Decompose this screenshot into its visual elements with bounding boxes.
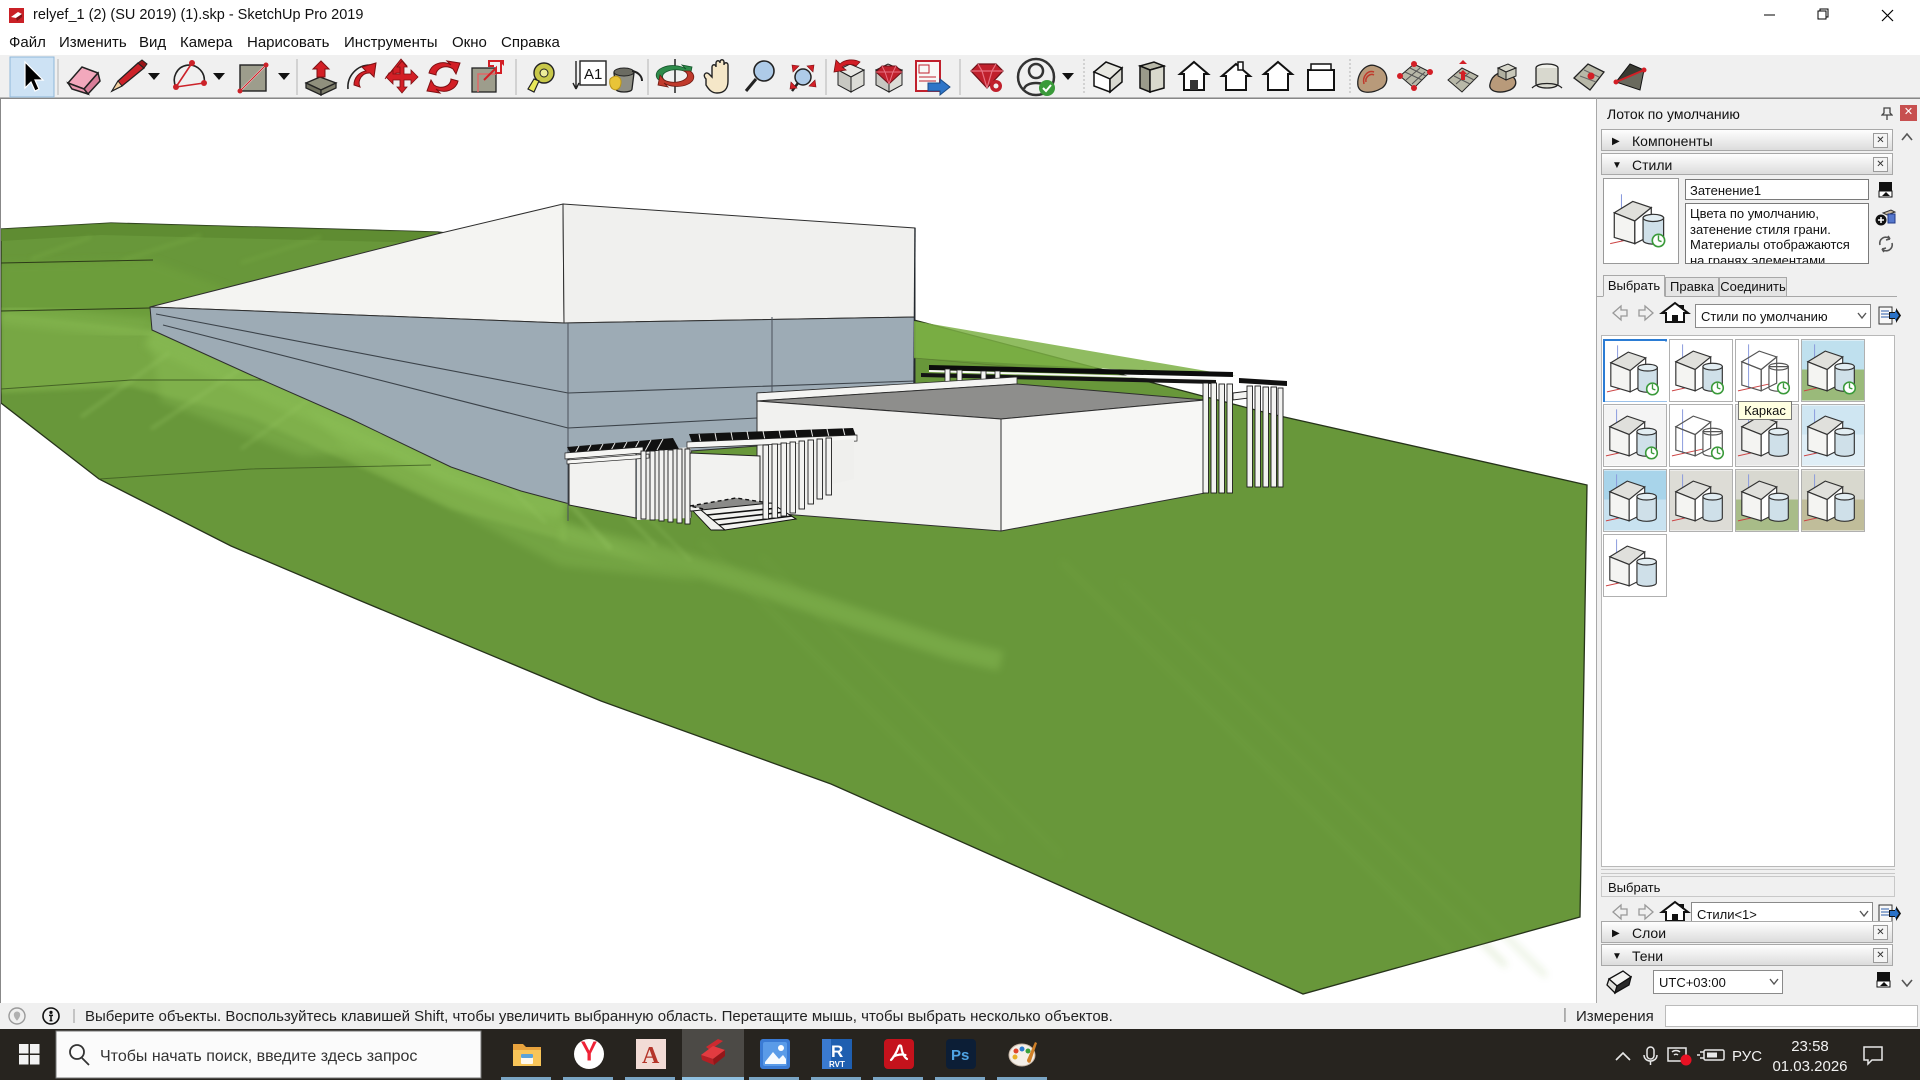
svg-text:РУС: РУС	[1732, 1048, 1762, 1065]
svg-text:01.03.2026: 01.03.2026	[1772, 1058, 1847, 1075]
svg-text:A1: A1	[584, 66, 602, 83]
svg-text:Ps: Ps	[951, 1047, 969, 1064]
svg-text:A: A	[642, 1043, 660, 1069]
svg-text:R: R	[831, 1042, 843, 1061]
svg-text:23:58: 23:58	[1791, 1038, 1829, 1055]
svg-text:Чтобы начать поиск, введите зд: Чтобы начать поиск, введите здесь запрос	[100, 1048, 417, 1065]
svg-text:RVT: RVT	[829, 1060, 845, 1069]
